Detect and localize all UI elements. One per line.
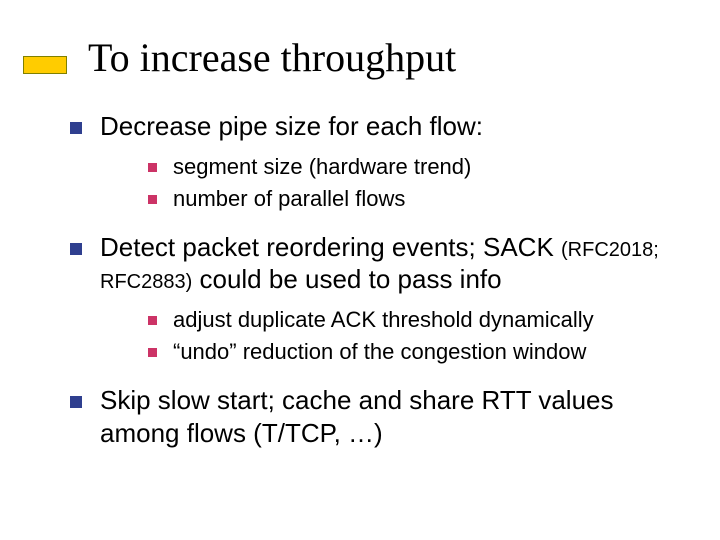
bullet-level1: Skip slow start; cache and share RTT val… [70,384,680,449]
slide-title: To increase throughput [88,34,456,81]
square-bullet-icon [148,195,157,204]
square-bullet-icon [148,348,157,357]
sublist: adjust duplicate ACK threshold dynamical… [148,306,680,366]
sublist: segment size (hardware trend) number of … [148,153,680,213]
square-bullet-icon [70,243,82,255]
bullet-level2: adjust duplicate ACK threshold dynamical… [148,306,680,334]
bullet-level2: “undo” reduction of the congestion windo… [148,338,680,366]
square-bullet-icon [148,316,157,325]
bullet-text: adjust duplicate ACK threshold dynamical… [173,306,594,334]
bullet-level1: Detect packet reordering events; SACK (R… [70,231,680,296]
text-segment: could be used to pass info [192,264,501,294]
bullet-text: Detect packet reordering events; SACK (R… [100,231,680,296]
bullet-text: Decrease pipe size for each flow: [100,110,483,143]
bullet-level2: number of parallel flows [148,185,680,213]
square-bullet-icon [148,163,157,172]
square-bullet-icon [70,396,82,408]
text-segment: Detect packet reordering events; SACK [100,232,561,262]
accent-bar [23,56,67,74]
bullet-text: “undo” reduction of the congestion windo… [173,338,586,366]
bullet-level1: Decrease pipe size for each flow: [70,110,680,143]
bullet-text: Skip slow start; cache and share RTT val… [100,384,680,449]
slide-body: Decrease pipe size for each flow: segmen… [70,110,680,459]
bullet-text: number of parallel flows [173,185,405,213]
slide: To increase throughput Decrease pipe siz… [0,0,720,540]
bullet-level2: segment size (hardware trend) [148,153,680,181]
bullet-text: segment size (hardware trend) [173,153,471,181]
square-bullet-icon [70,122,82,134]
